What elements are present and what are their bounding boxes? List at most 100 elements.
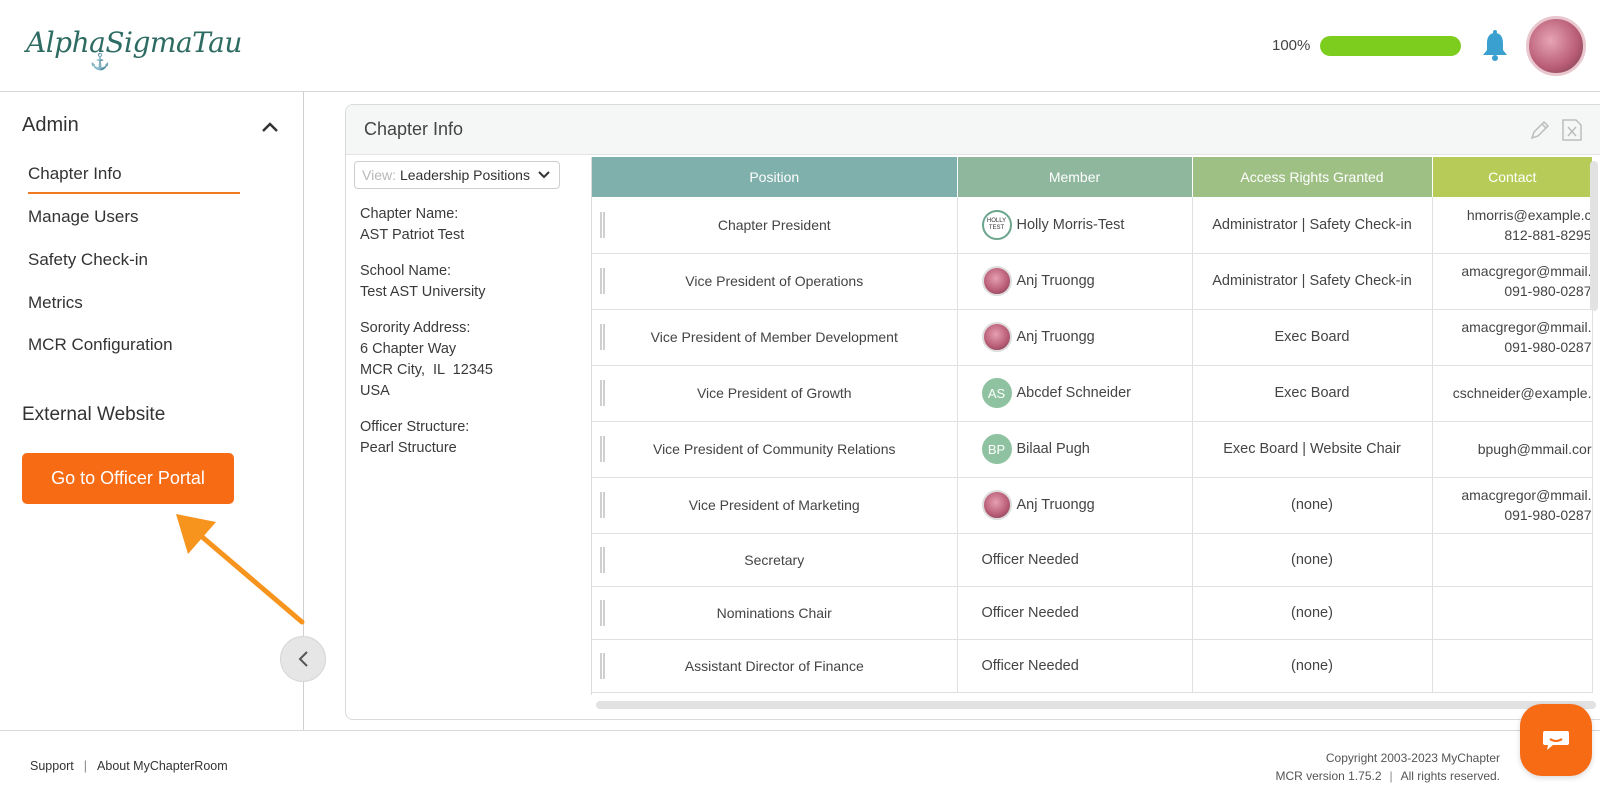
chapter-details: View: Leadership Positions Chapter Name:…: [354, 161, 580, 459]
version-text: MCR version 1.75.2: [1275, 769, 1382, 783]
panel-header: Chapter Info: [346, 105, 1600, 155]
column-header-contact[interactable]: Contact: [1432, 157, 1592, 197]
cell-access-rights: Administrator | Safety Check-in: [1192, 197, 1433, 254]
cell-contact: hmorris@example.c 812-881-8295: [1432, 197, 1593, 254]
table-row[interactable]: Chapter President HOLLY TEST Holly Morris-…: [592, 197, 1593, 254]
sidebar-item-chapter-info[interactable]: Chapter Info: [28, 164, 240, 194]
table-row[interactable]: Vice President of Operations Anj Truongg A…: [592, 253, 1593, 310]
cell-position: Vice President of Member Development: [592, 309, 958, 366]
cell-contact: bpugh@mmail.cor: [1432, 421, 1593, 478]
sidebar-item-safety-checkin[interactable]: Safety Check-in: [28, 250, 148, 270]
drag-handle-icon[interactable]: [600, 324, 605, 350]
officer-structure-value: Pearl Structure: [360, 440, 457, 456]
drag-handle-icon[interactable]: [600, 492, 605, 518]
address-line-3: USA: [360, 383, 390, 399]
officer-portal-button[interactable]: Go to Officer Portal: [22, 453, 234, 504]
cell-position: Nominations Chair: [592, 586, 958, 640]
cell-contact: [1432, 533, 1593, 587]
cell-member[interactable]: HOLLY TEST Holly Morris-Test: [957, 197, 1193, 254]
position-name: Assistant Director of Finance: [684, 657, 864, 674]
cell-member[interactable]: Anj Truongg: [957, 309, 1193, 366]
collapse-sidebar-button[interactable]: [280, 636, 326, 682]
table-row[interactable]: Vice President of Community Relations BP B…: [592, 421, 1593, 478]
member-wrap: AS Abcdef Schneider: [981, 378, 1192, 408]
cell-member[interactable]: AS Abcdef Schneider: [957, 365, 1193, 422]
contact-email[interactable]: amacgregor@mmail.: [1433, 261, 1591, 281]
user-avatar[interactable]: [1526, 16, 1586, 76]
member-name: Officer Needed: [981, 657, 1079, 674]
cell-member[interactable]: Anj Truongg: [957, 253, 1193, 310]
contact-email[interactable]: amacgregor@mmail.: [1433, 485, 1591, 505]
cell-access-rights: Exec Board | Website Chair: [1192, 421, 1433, 478]
member-name: Abcdef Schneider: [1016, 385, 1131, 401]
table-row[interactable]: Vice President of Member Development Anj …: [592, 309, 1593, 366]
member-wrap: Officer Needed: [982, 658, 1192, 674]
leadership-table: Position Member Access Rights Granted Co…: [592, 157, 1593, 693]
cell-contact: amacgregor@mmail. 091-980-0287: [1432, 309, 1593, 366]
chevron-up-icon[interactable]: [262, 122, 278, 132]
chapter-info-panel: Chapter Info View: Leadership Positions …: [345, 104, 1600, 720]
school-name-value: Test AST University: [360, 284, 486, 300]
excel-export-icon[interactable]: [1561, 118, 1583, 142]
sidebar-item-mcr-configuration[interactable]: MCR Configuration: [28, 335, 173, 355]
position-name: Vice President of Growth: [696, 385, 852, 401]
table-row[interactable]: Vice President of Growth AS Abcdef Schneid…: [592, 365, 1593, 422]
support-link[interactable]: Support: [30, 759, 74, 773]
drag-handle-icon[interactable]: [600, 436, 605, 462]
drag-handle-icon[interactable]: [600, 211, 605, 238]
table-row[interactable]: Assistant Director of Finance Officer Nee…: [592, 639, 1593, 693]
chat-icon: [1543, 731, 1569, 750]
column-header-member[interactable]: Member: [957, 157, 1193, 197]
rights-text: All rights reserved.: [1400, 769, 1500, 783]
member-name: Bilaal Pugh: [1016, 441, 1090, 457]
contact-email[interactable]: hmorris@example.c: [1433, 205, 1591, 225]
contact-phone: 812-881-8295: [1504, 226, 1592, 243]
contact-email[interactable]: amacgregor@mmail.: [1433, 317, 1591, 337]
cell-member[interactable]: Officer Needed: [957, 586, 1193, 640]
contact-email[interactable]: cschneider@example.: [1433, 383, 1591, 403]
position-name: Vice President of Operations: [685, 273, 864, 289]
edit-icon[interactable]: [1529, 119, 1551, 141]
column-header-access[interactable]: Access Rights Granted: [1192, 157, 1433, 197]
member-name: Anj Truongg: [1016, 273, 1095, 289]
horizontal-scrollbar[interactable]: [596, 701, 1596, 709]
drag-handle-icon[interactable]: [600, 380, 605, 406]
copyright-block: Copyright 2003-2023 MyChapter MCR versio…: [1275, 749, 1500, 785]
drag-handle-icon[interactable]: [600, 546, 605, 573]
chapter-name-label: Chapter Name:: [360, 206, 459, 222]
drag-handle-icon[interactable]: [600, 268, 605, 294]
member-wrap: Anj Truongg: [981, 266, 1192, 296]
sidebar-item-manage-users[interactable]: Manage Users: [28, 207, 139, 227]
table-row[interactable]: Secretary Officer Needed (none): [592, 533, 1593, 587]
cell-contact: amacgregor@mmail. 091-980-0287: [1432, 477, 1593, 534]
cell-contact: amacgregor@mmail. 091-980-0287: [1432, 253, 1593, 310]
view-select-label: View:: [362, 167, 396, 183]
member-wrap: Anj Truongg: [981, 322, 1192, 352]
cell-member[interactable]: BP Bilaal Pugh: [957, 421, 1193, 478]
about-link[interactable]: About MyChapterRoom: [97, 759, 228, 773]
contact-email[interactable]: bpugh@mmail.cor: [1433, 439, 1591, 459]
cell-member[interactable]: Officer Needed: [957, 639, 1193, 693]
table-row[interactable]: Nominations Chair Officer Needed (none): [592, 586, 1593, 640]
contact-phone: 091-980-0287: [1504, 283, 1592, 299]
cell-access-rights: Exec Board: [1192, 309, 1433, 366]
sidebar-item-metrics[interactable]: Metrics: [28, 293, 83, 313]
chat-button[interactable]: [1520, 704, 1592, 776]
cell-position: Vice President of Community Relations: [592, 421, 958, 478]
version-separator: |: [1389, 769, 1393, 783]
cell-member[interactable]: Officer Needed: [957, 533, 1193, 587]
cell-access-rights: (none): [1192, 533, 1433, 587]
vertical-scrollbar[interactable]: [1590, 161, 1598, 311]
logo[interactable]: AlphaSigmaTau ⚓: [26, 26, 242, 71]
bell-icon[interactable]: [1480, 30, 1510, 62]
cell-member[interactable]: Anj Truongg: [957, 477, 1193, 534]
drag-handle-icon[interactable]: [600, 599, 605, 626]
address-block: Sorority Address: 6 Chapter Way MCR City…: [360, 318, 580, 402]
leadership-table-container[interactable]: Position Member Access Rights Granted Co…: [591, 157, 1600, 695]
school-name-label: School Name:: [360, 263, 452, 279]
column-header-position[interactable]: Position: [592, 157, 958, 197]
view-select[interactable]: View: Leadership Positions: [354, 161, 560, 189]
table-row[interactable]: Vice President of Marketing Anj Truongg (n…: [592, 477, 1593, 534]
drag-handle-icon[interactable]: [600, 652, 605, 679]
position-name: Vice President of Marketing: [688, 497, 860, 513]
